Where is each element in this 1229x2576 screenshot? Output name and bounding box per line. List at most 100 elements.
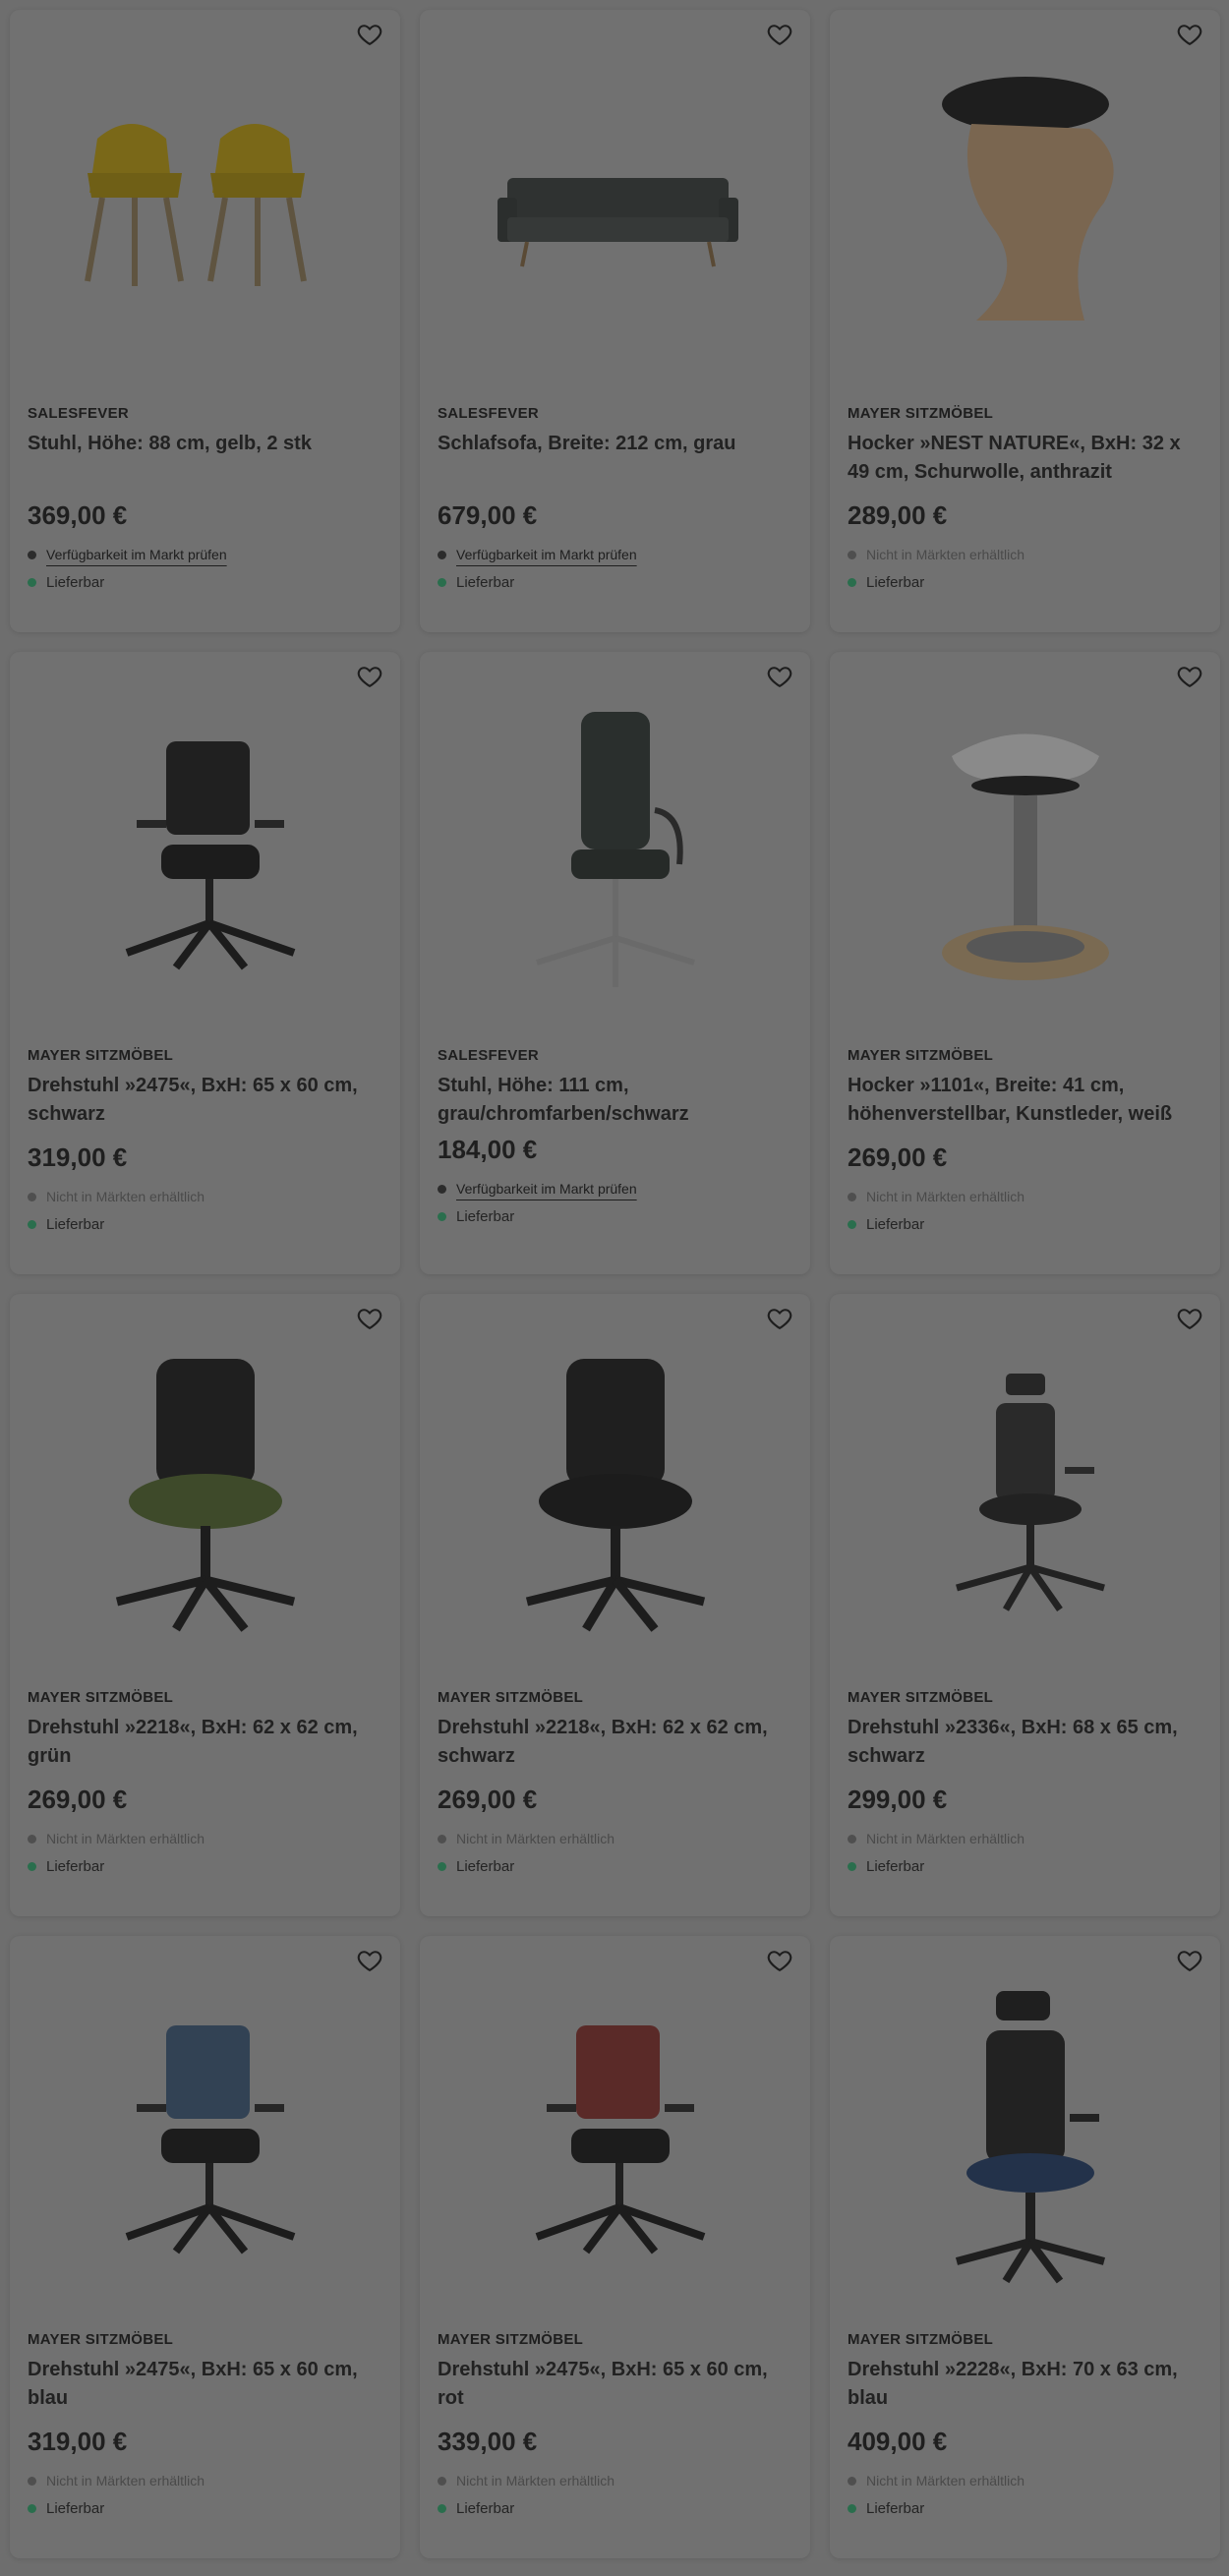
product-image[interactable] (420, 45, 810, 370)
product-title[interactable]: Drehstuhl »2228«, BxH: 70 x 63 cm, blau (848, 2356, 1202, 2413)
product-image[interactable] (10, 45, 400, 370)
product-card[interactable]: MAYER SITZMÖBEL Drehstuhl »2475«, BxH: 6… (10, 1936, 400, 2558)
product-brand: MAYER SITZMÖBEL (848, 2331, 994, 2348)
availability-label: Nicht in Märkten erhältlich (456, 1831, 615, 1846)
product-card[interactable]: MAYER SITZMÖBEL Drehstuhl »2475«, BxH: 6… (10, 652, 400, 1274)
product-title[interactable]: Drehstuhl »2475«, BxH: 65 x 60 cm, blau (28, 2356, 382, 2413)
delivery-dot (28, 1862, 36, 1871)
product-title[interactable]: Drehstuhl »2475«, BxH: 65 x 60 cm, rot (438, 2356, 792, 2413)
product-grid: SALESFEVER Stuhl, Höhe: 88 cm, gelb, 2 s… (10, 10, 1220, 2558)
product-brand: SALESFEVER (438, 1047, 540, 1064)
product-price: 289,00 € (848, 500, 948, 530)
product-title[interactable]: Hocker »1101«, Breite: 41 cm, höhenverst… (848, 1072, 1202, 1129)
check-store-availability-link[interactable]: Verfügbarkeit im Markt prüfen (456, 1181, 637, 1197)
heart-icon (766, 1305, 793, 1332)
product-price: 319,00 € (28, 1142, 128, 1172)
office-chair-blue-icon (125, 2025, 295, 2254)
delivery-label: Lieferbar (866, 574, 925, 591)
product-image[interactable] (830, 1971, 1220, 2296)
delivery-status: Lieferbar (848, 1216, 1202, 1233)
product-title[interactable]: Drehstuhl »2218«, BxH: 62 x 62 cm, grün (28, 1714, 382, 1771)
product-image[interactable] (10, 1971, 400, 2296)
delivery-label: Lieferbar (866, 2500, 925, 2517)
product-card[interactable]: SALESFEVER Stuhl, Höhe: 88 cm, gelb, 2 s… (10, 10, 400, 632)
product-title[interactable]: Schlafsofa, Breite: 212 cm, grau (438, 430, 792, 487)
product-title[interactable]: Stuhl, Höhe: 111 cm, grau/chromfarben/sc… (438, 1072, 792, 1129)
product-price: 269,00 € (848, 1142, 948, 1172)
product-image[interactable] (420, 1329, 810, 1654)
product-brand: MAYER SITZMÖBEL (848, 1689, 994, 1706)
availability-label: Nicht in Märkten erhältlich (866, 1189, 1025, 1204)
delivery-label: Lieferbar (456, 1858, 515, 1875)
heart-icon (1176, 1947, 1203, 1974)
store-availability: Nicht in Märkten erhältlich (848, 1183, 1202, 1210)
delivery-status: Lieferbar (438, 2500, 792, 2517)
store-availability: Nicht in Märkten erhältlich (848, 1825, 1202, 1852)
product-title[interactable]: Drehstuhl »2475«, BxH: 65 x 60 cm, schwa… (28, 1072, 382, 1129)
office-chair-icon (125, 741, 295, 970)
product-card[interactable]: SALESFEVER Stuhl, Höhe: 111 cm, grau/chr… (420, 652, 810, 1274)
product-price: 679,00 € (438, 500, 538, 530)
heart-icon (1176, 663, 1203, 690)
store-availability: Verfügbarkeit im Markt prüfen (438, 1175, 792, 1202)
availability-dot (28, 1834, 36, 1844)
heart-icon (356, 1947, 383, 1974)
heart-icon (766, 663, 793, 690)
office-chair-headrest-icon (955, 1374, 1105, 1612)
office-chair-headrest-blue-icon (955, 1991, 1105, 2284)
sofa-icon (497, 178, 738, 267)
product-image[interactable] (830, 45, 1220, 370)
product-title[interactable]: Stuhl, Höhe: 88 cm, gelb, 2 stk (28, 430, 382, 487)
availability-dot (438, 1834, 446, 1844)
check-store-availability-link[interactable]: Verfügbarkeit im Markt prüfen (456, 547, 637, 562)
check-store-availability-link[interactable]: Verfügbarkeit im Markt prüfen (46, 547, 227, 562)
product-card[interactable]: SALESFEVER Schlafsofa, Breite: 212 cm, g… (420, 10, 810, 632)
delivery-status: Lieferbar (438, 574, 792, 591)
product-card[interactable]: MAYER SITZMÖBEL Hocker »NEST NATURE«, Bx… (830, 10, 1220, 632)
availability-dot (28, 550, 36, 559)
product-card[interactable]: MAYER SITZMÖBEL Drehstuhl »2475«, BxH: 6… (420, 1936, 810, 2558)
product-image[interactable] (420, 687, 810, 1012)
delivery-label: Lieferbar (46, 2500, 105, 2517)
product-card[interactable]: MAYER SITZMÖBEL Drehstuhl »2218«, BxH: 6… (420, 1294, 810, 1916)
store-availability: Verfügbarkeit im Markt prüfen (28, 541, 382, 568)
product-card[interactable]: MAYER SITZMÖBEL Drehstuhl »2228«, BxH: 7… (830, 1936, 1220, 2558)
delivery-label: Lieferbar (866, 1858, 925, 1875)
product-image[interactable] (830, 687, 1220, 1012)
product-brand: SALESFEVER (28, 405, 130, 422)
delivery-label: Lieferbar (456, 2500, 515, 2517)
heart-icon (1176, 1305, 1203, 1332)
product-price: 339,00 € (438, 2427, 538, 2456)
availability-label: Nicht in Märkten erhältlich (46, 2473, 205, 2488)
product-card[interactable]: MAYER SITZMÖBEL Drehstuhl »2336«, BxH: 6… (830, 1294, 1220, 1916)
product-title[interactable]: Drehstuhl »2218«, BxH: 62 x 62 cm, schwa… (438, 1714, 792, 1771)
product-price: 184,00 € (438, 1135, 538, 1164)
store-availability: Nicht in Märkten erhältlich (848, 2467, 1202, 2494)
delivery-label: Lieferbar (46, 574, 105, 591)
availability-dot (438, 2476, 446, 2486)
product-card[interactable]: MAYER SITZMÖBEL Drehstuhl »2218«, BxH: 6… (10, 1294, 400, 1916)
delivery-dot (848, 1862, 856, 1871)
product-title[interactable]: Hocker »NEST NATURE«, BxH: 32 x 49 cm, S… (848, 430, 1202, 487)
product-image[interactable] (420, 1971, 810, 2296)
availability-dot (848, 2476, 856, 2486)
store-availability: Nicht in Märkten erhältlich (28, 1825, 382, 1852)
delivery-status: Lieferbar (28, 1858, 382, 1875)
product-brand: MAYER SITZMÖBEL (848, 405, 994, 422)
product-brand: MAYER SITZMÖBEL (28, 1047, 174, 1064)
delivery-dot (438, 1862, 446, 1871)
availability-label: Nicht in Märkten erhältlich (46, 1189, 205, 1204)
product-image[interactable] (830, 1329, 1220, 1654)
heart-icon (1176, 21, 1203, 48)
delivery-status: Lieferbar (438, 1208, 792, 1225)
product-image[interactable] (10, 1329, 400, 1654)
product-image[interactable] (10, 687, 400, 1012)
availability-label: Nicht in Märkten erhältlich (866, 547, 1025, 562)
heart-icon (356, 1305, 383, 1332)
delivery-status: Lieferbar (438, 1858, 792, 1875)
product-card[interactable]: MAYER SITZMÖBEL Hocker »1101«, Breite: 4… (830, 652, 1220, 1274)
delivery-dot (848, 1220, 856, 1229)
delivery-dot (438, 1212, 446, 1221)
store-availability: Nicht in Märkten erhältlich (848, 541, 1202, 568)
product-title[interactable]: Drehstuhl »2336«, BxH: 68 x 65 cm, schwa… (848, 1714, 1202, 1771)
